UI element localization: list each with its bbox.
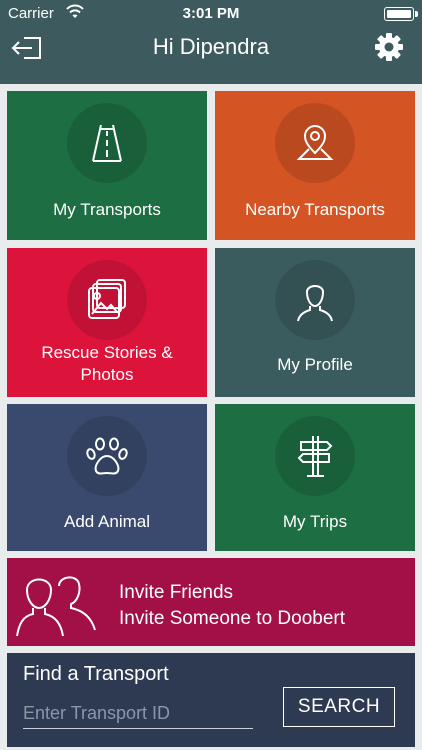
clock: 3:01 PM — [182, 5, 240, 22]
tile-my-profile[interactable]: My Profile — [215, 248, 415, 397]
tile-my-transports[interactable]: My Transports — [7, 91, 207, 240]
find-transport-title: Find a Transport — [23, 663, 169, 685]
tile-label: My Profile — [277, 355, 353, 374]
icon-circle — [275, 260, 355, 340]
tile-rescue-stories[interactable]: Rescue Stories & Photos — [7, 248, 207, 397]
icon-circle — [67, 260, 147, 340]
tile-add-animal[interactable]: Add Animal — [7, 404, 207, 551]
battery-icon — [384, 7, 418, 21]
gear-icon[interactable] — [374, 32, 404, 62]
icon-circle — [275, 103, 355, 183]
page-title: Hi Dipendra — [152, 34, 270, 59]
road-icon — [92, 124, 122, 162]
location-pin-icon — [296, 125, 334, 160]
tile-my-trips[interactable]: My Trips — [215, 404, 415, 551]
signpost-icon — [297, 436, 333, 477]
invite-friends-banner[interactable]: Invite Friends Invite Someone to Doobert — [7, 558, 415, 646]
tile-label: Add Animal — [64, 512, 150, 531]
tile-label: Nearby Transports — [245, 200, 385, 219]
photo-gallery-icon — [88, 279, 126, 319]
find-transport-panel: Find a Transport SEARCH — [7, 653, 415, 747]
transport-id-input[interactable] — [23, 699, 253, 729]
invite-subtitle: Invite Someone to Doobert — [119, 608, 346, 629]
icon-circle — [275, 416, 355, 496]
tile-label: My Transports — [53, 200, 161, 219]
person-icon — [297, 285, 333, 322]
people-icon — [16, 576, 96, 637]
status-bar: Carrier 3:01 PM — [0, 0, 422, 26]
icon-circle — [67, 103, 147, 183]
paw-icon — [86, 437, 128, 475]
tile-nearby-transports[interactable]: Nearby Transports — [215, 91, 415, 240]
tile-label: My Trips — [282, 512, 348, 531]
app-header: Carrier 3:01 PM Hi Dipendra — [0, 0, 422, 84]
tile-label: Rescue Stories & Photos — [41, 343, 173, 384]
icon-circle — [67, 416, 147, 496]
search-button[interactable]: SEARCH — [283, 687, 395, 727]
invite-title: Invite Friends — [119, 582, 234, 603]
